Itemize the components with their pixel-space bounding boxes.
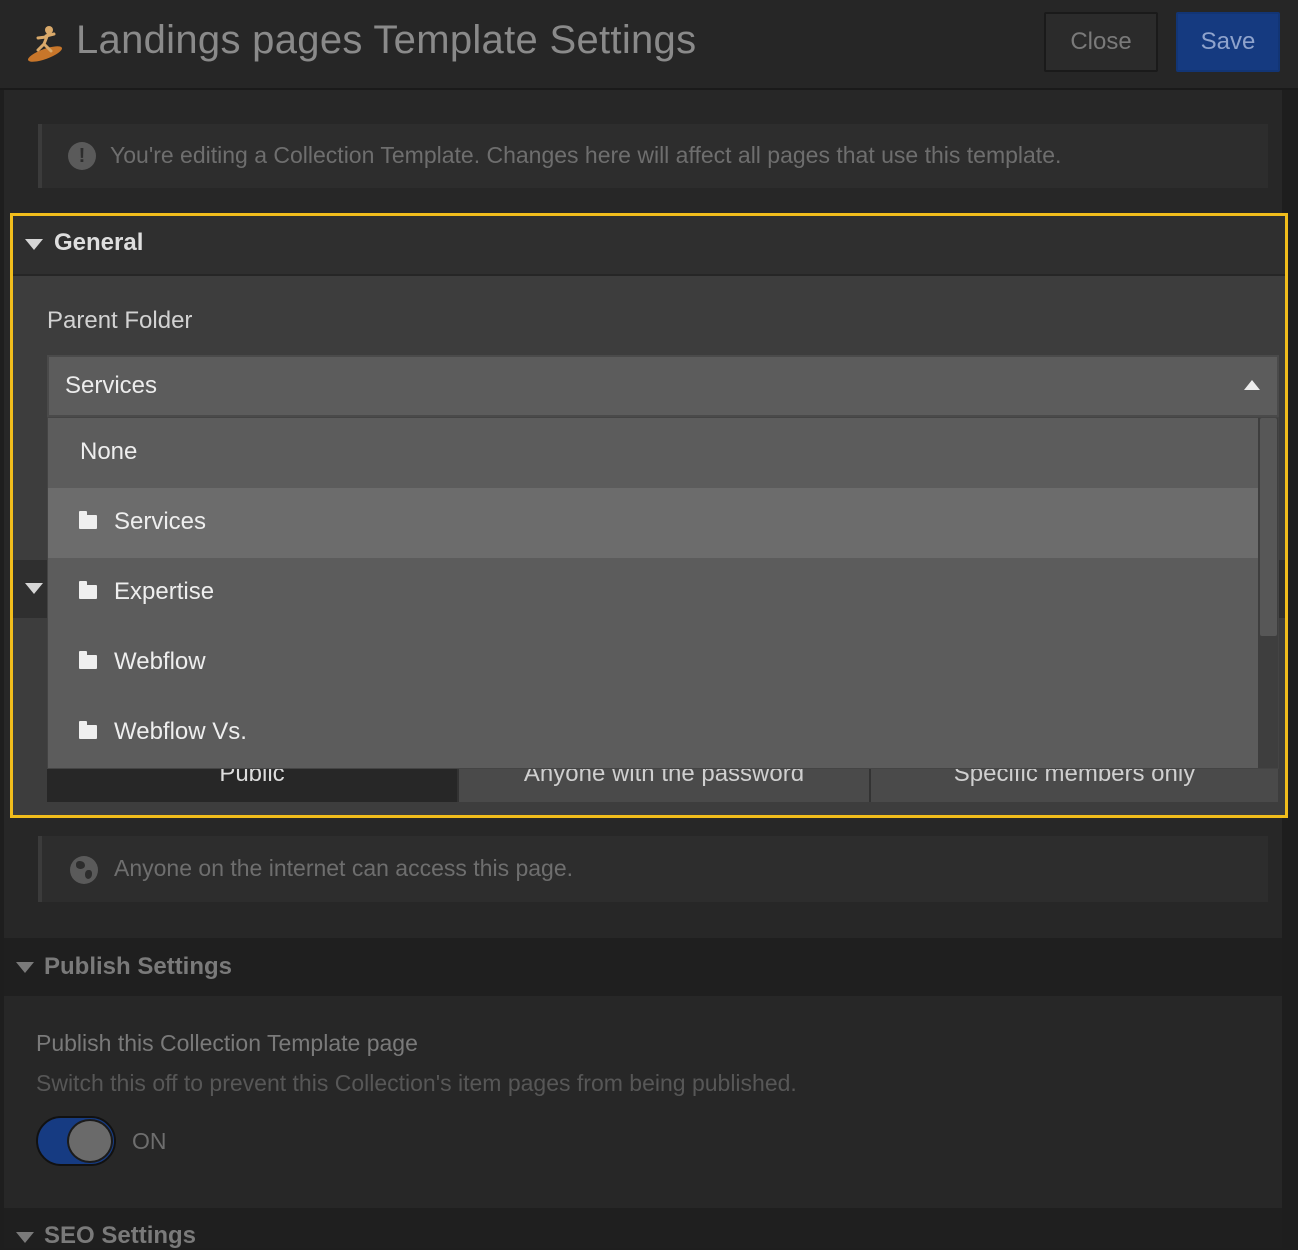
access-option-password[interactable]: Anyone with the password bbox=[457, 766, 869, 802]
collapse-caret-icon bbox=[16, 1232, 34, 1243]
option-label: Services bbox=[114, 508, 207, 535]
chevron-up-icon bbox=[1244, 380, 1260, 390]
access-option-members[interactable]: Specific members only bbox=[869, 766, 1278, 802]
surfer-logo-icon bbox=[27, 26, 63, 62]
publish-section-title: Publish Settings bbox=[44, 953, 233, 980]
dropdown-option-services[interactable]: Services bbox=[48, 488, 1258, 558]
dropdown-option-expertise[interactable]: Expertise bbox=[48, 558, 1258, 628]
publish-toggle[interactable] bbox=[36, 1116, 116, 1166]
notice-text: You're editing a Collection Template. Ch… bbox=[110, 142, 1062, 168]
parent-folder-selected-value: Services bbox=[65, 372, 158, 399]
globe-icon bbox=[70, 856, 98, 884]
exclamation-icon: ! bbox=[68, 142, 96, 170]
settings-header: Landings pages Template Settings Close S… bbox=[0, 0, 1298, 90]
access-option-label: Specific members only bbox=[953, 766, 1196, 787]
option-label: Webflow Vs. bbox=[114, 718, 247, 745]
collapsed-subsection-header[interactable] bbox=[13, 560, 47, 618]
collapse-caret-icon bbox=[25, 583, 43, 594]
save-button[interactable]: Save bbox=[1176, 12, 1280, 72]
folder-icon bbox=[79, 511, 97, 529]
folder-icon bbox=[79, 721, 97, 739]
option-label: Expertise bbox=[114, 578, 215, 605]
toggle-state-label: ON bbox=[132, 1128, 167, 1154]
dropdown-option-webflow-vs[interactable]: Webflow Vs. bbox=[48, 698, 1258, 768]
dropdown-option-none[interactable]: None bbox=[48, 418, 1258, 488]
collapse-caret-icon bbox=[25, 239, 43, 250]
seo-section-title: SEO Settings bbox=[44, 1222, 197, 1249]
option-label: None bbox=[80, 438, 138, 465]
subsection-header-edge bbox=[1278, 560, 1285, 618]
close-button[interactable]: Close bbox=[1044, 12, 1158, 72]
seo-section-header[interactable]: SEO Settings bbox=[4, 1208, 1282, 1249]
general-section-title: General bbox=[54, 229, 144, 256]
template-notice: ! You're editing a Collection Template. … bbox=[38, 124, 1268, 188]
access-notice: Anyone on the internet can access this p… bbox=[38, 836, 1268, 902]
parent-folder-dropdown: None Services Expertise Webflow Webflow … bbox=[47, 417, 1279, 769]
publish-section-body: Publish this Collection Template page Sw… bbox=[4, 996, 1282, 1206]
access-option-label: Anyone with the password bbox=[523, 766, 805, 787]
folder-icon bbox=[79, 581, 97, 599]
publish-section-header[interactable]: Publish Settings bbox=[4, 938, 1282, 996]
parent-folder-select[interactable]: Services bbox=[47, 355, 1279, 417]
dropdown-option-webflow[interactable]: Webflow bbox=[48, 628, 1258, 698]
general-section-header[interactable]: General bbox=[13, 216, 1285, 276]
access-option-public[interactable]: Public bbox=[47, 766, 457, 802]
publish-setting-title: Publish this Collection Template page bbox=[36, 1030, 418, 1056]
folder-icon bbox=[79, 651, 97, 669]
page-title: Landings pages Template Settings bbox=[76, 18, 697, 62]
access-notice-text: Anyone on the internet can access this p… bbox=[114, 855, 574, 881]
parent-folder-label: Parent Folder bbox=[47, 307, 193, 334]
access-option-label: Public bbox=[219, 766, 285, 787]
collapse-caret-icon bbox=[16, 962, 34, 973]
dropdown-scrollbar-thumb[interactable] bbox=[1260, 418, 1277, 636]
option-label: Webflow bbox=[114, 648, 206, 675]
toggle-knob bbox=[67, 1119, 113, 1163]
publish-setting-description: Switch this off to prevent this Collecti… bbox=[36, 1070, 797, 1096]
